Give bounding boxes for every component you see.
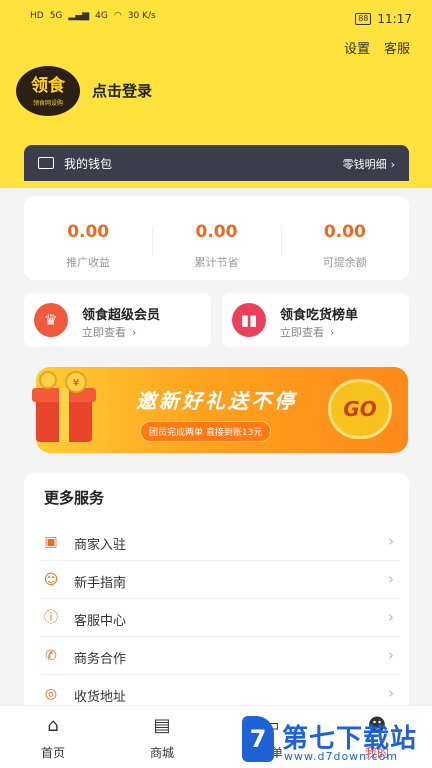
stat-label: 推广收益 — [66, 256, 111, 269]
stat-value: 0.00 — [195, 222, 238, 242]
card-subtitle-text: 立即查看 — [280, 326, 324, 339]
chevron-right-icon: › — [132, 326, 137, 339]
avatar-logo-text: 领食 — [31, 75, 65, 96]
service-label: 客服中心 — [74, 614, 127, 629]
shopping-bag-icon: ▤ — [153, 714, 171, 736]
svg-text:¥: ¥ — [73, 378, 79, 389]
login-link[interactable]: 点击登录 — [92, 80, 152, 101]
crown-icon: ♛ — [34, 303, 68, 337]
chevron-right-icon: › — [330, 326, 335, 339]
ranking-card[interactable]: ▮▮ 领食吃货榜单 立即查看 › — [222, 293, 409, 347]
service-label: 新手指南 — [74, 576, 127, 591]
wallet-bar[interactable]: 我的钱包 零钱明细 › — [24, 145, 409, 181]
wifi-icon: ◠ — [113, 11, 122, 21]
watermark-logo: 7 — [242, 716, 274, 762]
card-title: 领食超级会员 — [82, 308, 161, 323]
tab-label: 首页 — [40, 746, 65, 760]
chevron-right-icon: › — [388, 684, 394, 702]
location-icon: ◎ — [44, 686, 58, 702]
chevron-right-icon: › — [388, 570, 394, 588]
wallet-details-label: 零钱明细 — [342, 158, 387, 171]
card-subtitle: 立即查看 › — [280, 324, 334, 340]
gift-icon: ▣ — [44, 534, 58, 550]
tab-label: 商城 — [149, 746, 174, 760]
user-icon: ☺ — [43, 572, 59, 588]
stat-withdrawable[interactable]: 0.00 可提余额 — [280, 196, 409, 280]
service-label: 商务合作 — [74, 652, 127, 667]
card-subtitle: 立即查看 › — [82, 324, 136, 340]
service-item-guide[interactable]: ☺ 新手指南 › — [40, 561, 400, 599]
watermark: 7 第七下载站 www.d7down.com — [238, 712, 432, 768]
customer-service-link[interactable]: 客服 — [384, 38, 410, 57]
network-label: 4G — [95, 11, 108, 21]
tab-home[interactable]: ⌂ 首页 — [18, 714, 88, 761]
go-button[interactable]: GO — [328, 379, 392, 439]
services-title: 更多服务 — [44, 489, 105, 507]
card-subtitle-text: 立即查看 — [82, 326, 126, 339]
network-label: 5G — [49, 11, 63, 21]
status-bar: HD 5G ▂▄▆ 4G ◠ 30 K/s 88 11:17 — [0, 0, 432, 34]
stat-value: 0.00 — [323, 222, 366, 242]
service-label: 商家入驻 — [74, 538, 127, 553]
info-icon: ⓘ — [44, 610, 58, 626]
chevron-right-icon: › — [390, 157, 395, 171]
stat-promotion-income[interactable]: 0.00 推广收益 — [24, 196, 152, 280]
tab-mall[interactable]: ▤ 商城 — [127, 714, 197, 761]
service-item-business[interactable]: ✆ 商务合作 › — [40, 637, 400, 675]
home-icon: ⌂ — [47, 714, 59, 736]
chevron-right-icon: › — [388, 646, 394, 664]
banner-subtitle: 团员完成两单 直接到账13元 — [140, 421, 272, 442]
super-member-card[interactable]: ♛ 领食超级会员 立即查看 › — [24, 293, 211, 347]
battery-icon: 88 — [355, 13, 372, 25]
stat-value: 0.00 — [67, 222, 110, 242]
wallet-icon — [38, 157, 54, 169]
avatar[interactable]: 领食 领食网设购 — [16, 66, 80, 116]
settings-link[interactable]: 设置 — [344, 38, 370, 57]
more-services-panel: 更多服务 ▣ 商家入驻 › ☺ 新手指南 › ⓘ 客服中心 › ✆ 商务合作 ›… — [24, 473, 409, 713]
network-speed: 30 K/s — [127, 11, 156, 21]
top-nav: 设置 客服 — [344, 38, 410, 57]
clock: 11:17 — [377, 12, 412, 26]
bar-chart-icon: ▮▮ — [232, 303, 266, 337]
stat-label: 可提余额 — [322, 256, 367, 269]
service-item-support[interactable]: ⓘ 客服中心 › — [40, 599, 400, 637]
card-title: 领食吃货榜单 — [280, 308, 359, 323]
stat-total-saved[interactable]: 0.00 累计节省 — [152, 196, 280, 280]
chevron-right-icon: › — [388, 532, 394, 550]
service-item-merchant[interactable]: ▣ 商家入驻 › — [40, 523, 400, 561]
service-label: 收货地址 — [74, 690, 127, 705]
stat-label: 累计节省 — [194, 256, 239, 269]
banner-title: 邀新好礼送不停 — [136, 389, 297, 413]
phone-icon: ✆ — [45, 648, 57, 664]
network-label: HD — [30, 11, 44, 21]
chevron-right-icon: › — [388, 608, 394, 626]
watermark-url: www.d7down.com — [284, 750, 399, 763]
stats-panel: 0.00 推广收益 0.00 累计节省 0.00 可提余额 — [24, 196, 409, 280]
avatar-logo-subtext: 领食网设购 — [32, 99, 63, 107]
wallet-details-link[interactable]: 零钱明细 › — [343, 156, 395, 172]
wallet-title: 我的钱包 — [64, 157, 113, 171]
signal-icon: ▂▄▆ — [68, 11, 90, 21]
gift-box-icon: ¥ — [32, 371, 96, 442]
